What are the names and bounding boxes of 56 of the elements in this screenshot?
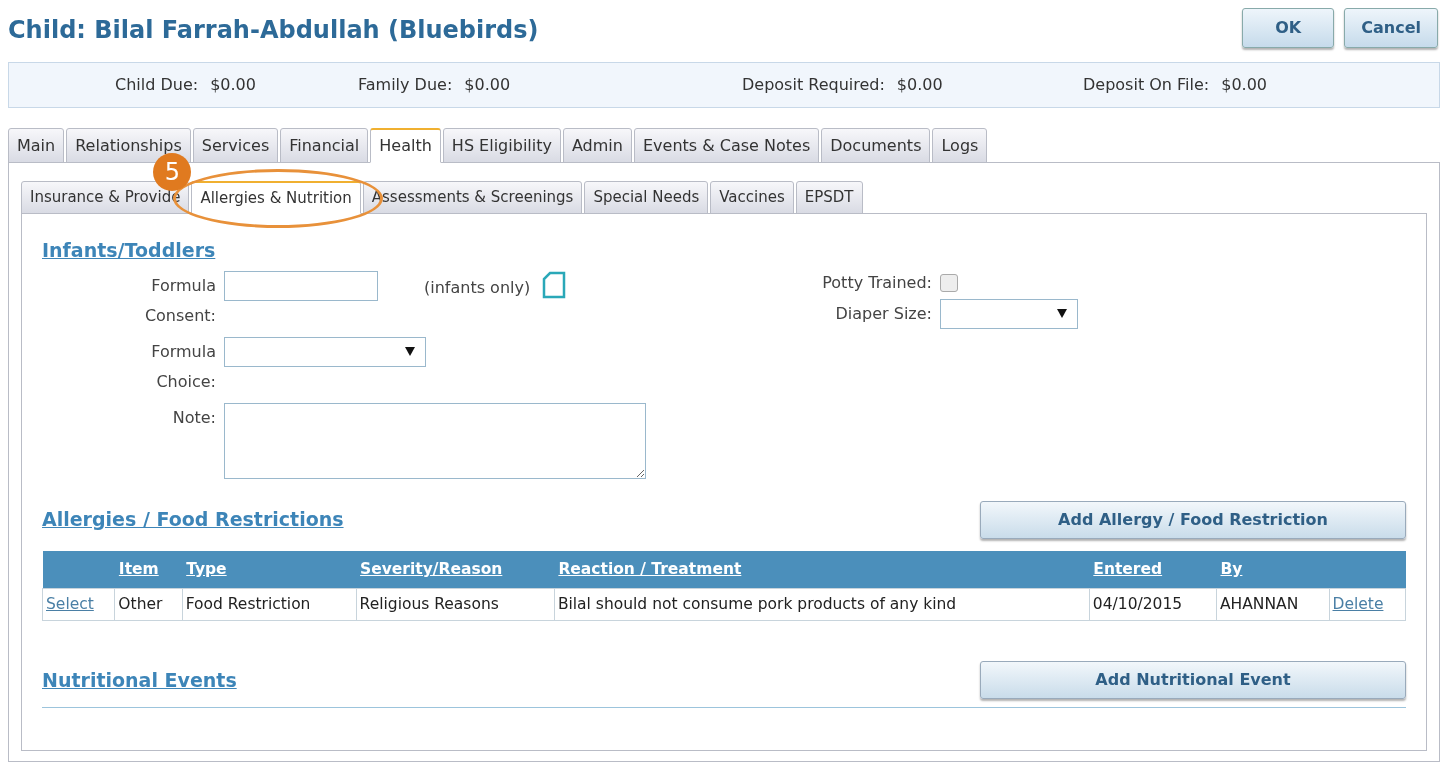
section-heading: Nutritional Events (42, 667, 237, 693)
table-cell: Other (114, 588, 183, 621)
hint-text: (infants only) (424, 276, 531, 299)
tab[interactable]: Health (370, 128, 441, 163)
tab[interactable]: EPSDT (795, 181, 863, 214)
add-button[interactable]: Add Nutritional Event (980, 661, 1406, 699)
column-header[interactable]: Item (114, 550, 183, 589)
section-heading: Infants/Toddlers (42, 239, 216, 261)
dropdown[interactable] (224, 336, 426, 367)
tab[interactable]: Admin (562, 128, 632, 163)
summary-value: $0.00 (210, 74, 256, 96)
caret-icon (1057, 309, 1067, 318)
summary-label: Child Due: (115, 74, 199, 96)
checkbox[interactable] (940, 273, 958, 292)
field-label: Formula Consent: (143, 274, 216, 327)
tab[interactable]: Logs (932, 128, 988, 163)
table-cell: Religious Reasons (356, 588, 555, 621)
dropdown[interactable] (940, 298, 1078, 329)
field-label: Potty Trained: (821, 271, 932, 294)
summary-value: $0.00 (1221, 74, 1268, 96)
document-icon (542, 270, 567, 299)
tab[interactable]: Allergies & Nutrition (191, 181, 361, 214)
section-heading: Allergies / Food Restrictions (42, 507, 344, 533)
tab[interactable]: Vaccines (710, 181, 794, 214)
tab[interactable]: Events & Case Notes (633, 128, 820, 163)
column-header[interactable]: Entered (1089, 550, 1217, 589)
page-title: Child: Bilal Farrah-Abdullah (Bluebirds) (8, 15, 539, 46)
summary-value: $0.00 (464, 74, 511, 96)
table-cell: AHANNAN (1216, 588, 1329, 621)
tab[interactable]: Relationships (66, 128, 191, 163)
field-label: Formula Choice: (150, 340, 216, 393)
column-header[interactable]: Type (182, 550, 357, 589)
column-header[interactable]: Reaction / Treatment (554, 550, 1090, 589)
summary-label: Family Due: (358, 74, 453, 96)
column-header[interactable]: By (1216, 550, 1329, 589)
tab[interactable]: Financial (280, 128, 369, 163)
tab[interactable]: HS Eligibility (442, 128, 561, 163)
field-label: Diaper Size: (834, 302, 932, 325)
table-cell: 04/10/2015 (1089, 588, 1217, 621)
field-label: Note: (171, 406, 216, 429)
caret-icon (405, 347, 415, 356)
dialog-button[interactable]: Cancel (1344, 8, 1438, 48)
column-header[interactable]: Severity/Reason (356, 550, 555, 589)
tab[interactable]: Special Needs (584, 181, 709, 214)
text-field[interactable] (224, 270, 378, 301)
table-cell: Food Restriction (182, 588, 357, 621)
add-button[interactable]: Add Allergy / Food Restriction (980, 500, 1406, 539)
tab[interactable]: Documents (821, 128, 931, 163)
summary-label: Deposit On File: (1083, 74, 1210, 96)
table-cell: Bilal should not consume pork products of any kind (554, 588, 1090, 621)
tab[interactable]: Services (192, 128, 279, 163)
summary-value: $0.00 (896, 74, 943, 96)
dialog-button[interactable]: OK (1242, 8, 1335, 48)
note-field[interactable] (224, 402, 646, 479)
tab[interactable]: Main (8, 128, 65, 163)
summary-label: Deposit Required: (742, 74, 885, 96)
